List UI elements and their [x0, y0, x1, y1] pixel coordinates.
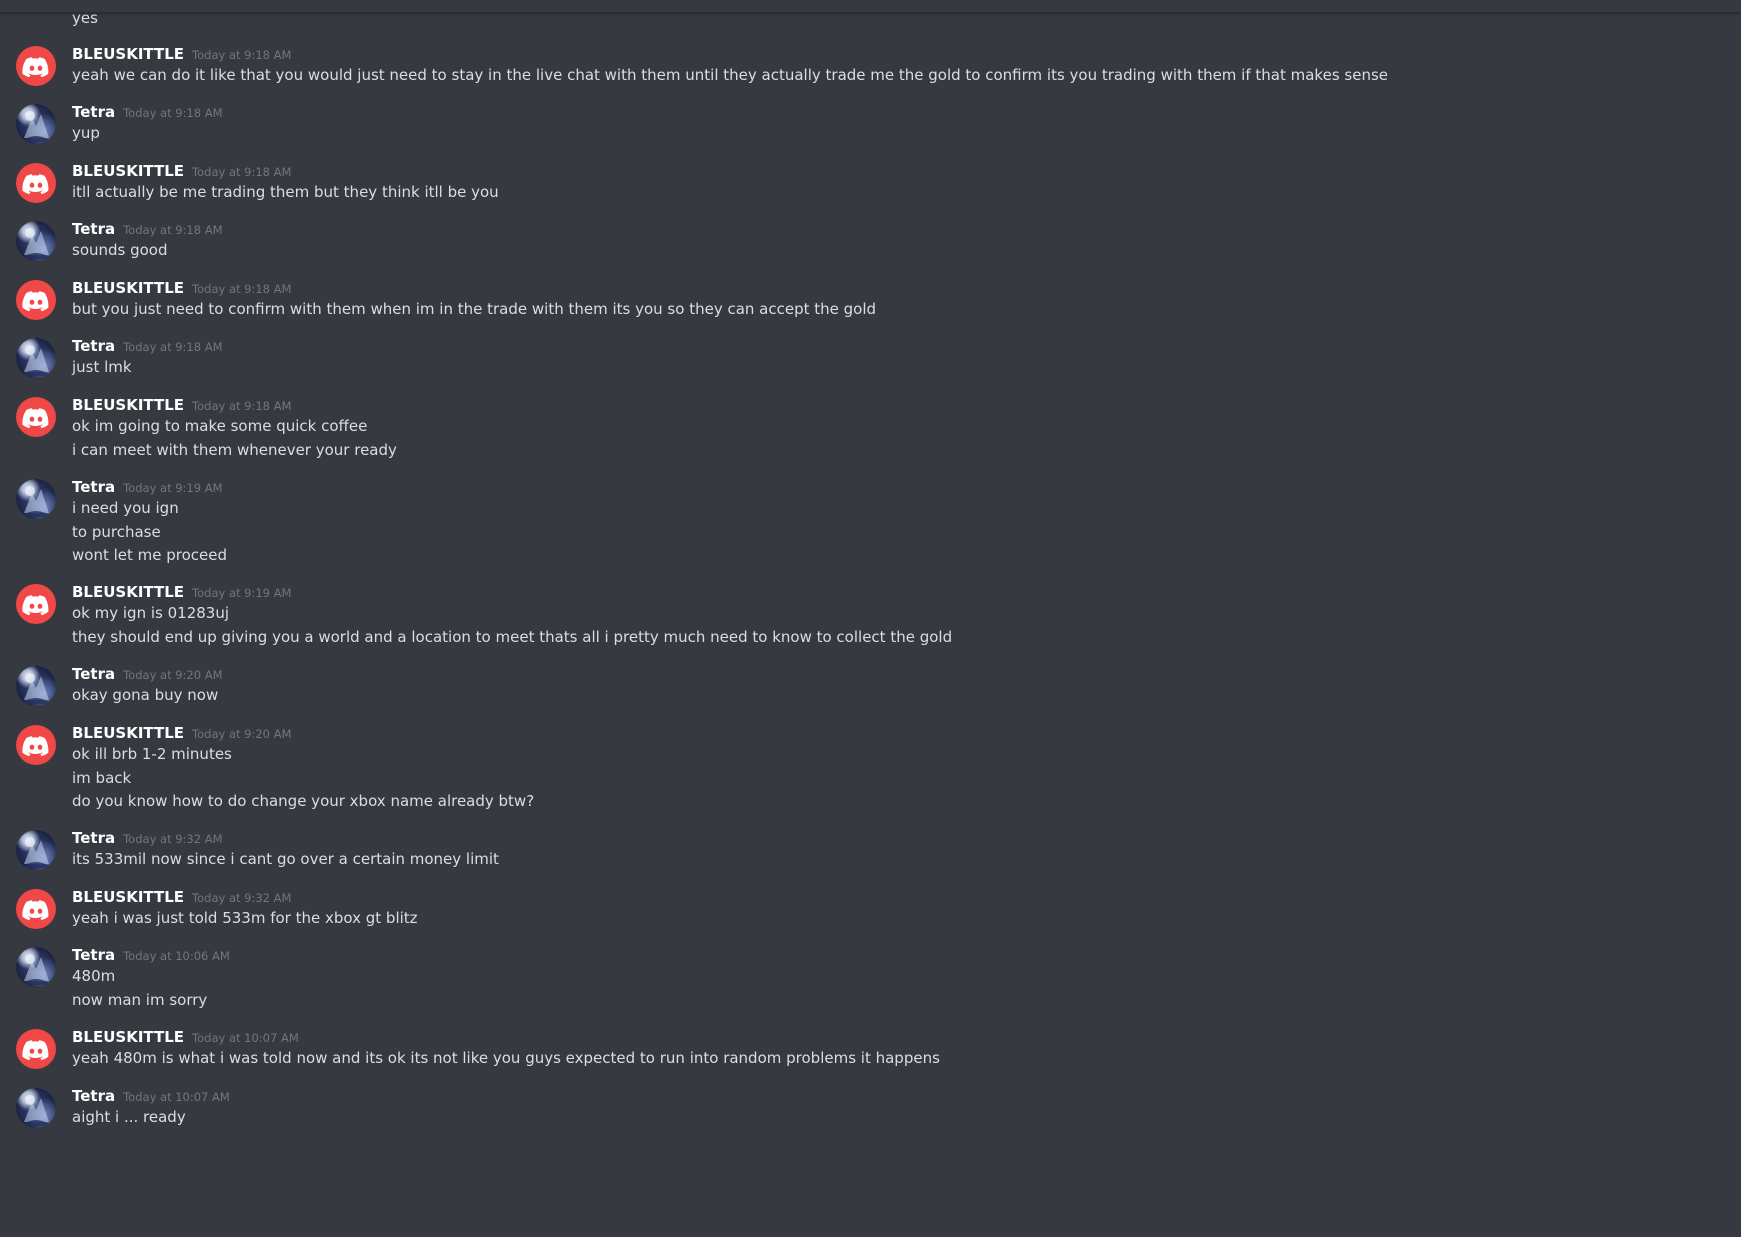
- username[interactable]: Tetra: [72, 478, 115, 496]
- username[interactable]: BLEUSKITTLE: [72, 279, 184, 297]
- message-text: yup: [72, 124, 100, 142]
- discord-logo-icon[interactable]: [16, 725, 56, 765]
- message-header: BLEUSKITTLE Today at 9:20 AM: [72, 723, 291, 744]
- message-header: BLEUSKITTLE Today at 10:07 AM: [72, 1027, 299, 1048]
- username[interactable]: Tetra: [72, 829, 115, 847]
- message-header: BLEUSKITTLE Today at 9:19 AM: [72, 582, 291, 603]
- chat-messages-area: yes BLEUSKITTLE Today at 9:18 AM yeah we c…: [0, 0, 1741, 1237]
- message-text: i need you ign: [72, 499, 179, 517]
- message-text: ok im going to make some quick coffee: [72, 417, 368, 435]
- username[interactable]: Tetra: [72, 220, 115, 238]
- username[interactable]: Tetra: [72, 1087, 115, 1105]
- message-text: 480m: [72, 967, 116, 985]
- message-header: Tetra Today at 10:06 AM: [72, 945, 230, 966]
- message-header: Tetra Today at 9:18 AM: [72, 336, 223, 357]
- message-text: itll actually be me trading them but the…: [72, 183, 499, 201]
- message-timestamp: Today at 9:32 AM: [123, 832, 223, 846]
- message-timestamp: Today at 10:07 AM: [192, 1031, 299, 1045]
- message-header: Tetra Today at 9:19 AM: [72, 477, 223, 498]
- username[interactable]: Tetra: [72, 946, 115, 964]
- message-text: to purchase: [72, 522, 161, 541]
- message-text: yeah 480m is what i was told now and its…: [72, 1049, 940, 1067]
- message-text: wont let me proceed: [72, 546, 228, 564]
- message-timestamp: Today at 9:18 AM: [192, 165, 292, 179]
- discord-logo-icon[interactable]: [16, 1029, 56, 1069]
- discord-logo-icon[interactable]: [16, 584, 56, 624]
- user-avatar-icon[interactable]: [16, 947, 56, 987]
- user-avatar-icon[interactable]: [16, 479, 56, 519]
- user-avatar-icon[interactable]: [16, 830, 56, 870]
- message-header: BLEUSKITTLE Today at 9:18 AM: [72, 278, 291, 299]
- message-text: but you just need to confirm with them w…: [72, 300, 877, 318]
- username[interactable]: BLEUSKITTLE: [72, 396, 184, 414]
- message-text: ok ill brb 1-2 minutes: [72, 745, 232, 763]
- message-text: im back: [72, 768, 132, 787]
- message-timestamp: Today at 9:18 AM: [192, 282, 292, 296]
- message-header: Tetra Today at 9:18 AM: [72, 219, 223, 240]
- username[interactable]: Tetra: [72, 103, 115, 121]
- message-header: Tetra Today at 10:07 AM: [72, 1086, 230, 1107]
- username[interactable]: BLEUSKITTLE: [72, 583, 184, 601]
- message-timestamp: Today at 9:20 AM: [192, 727, 292, 741]
- username[interactable]: BLEUSKITTLE: [72, 888, 184, 906]
- message-header: BLEUSKITTLE Today at 9:32 AM: [72, 887, 291, 908]
- message-timestamp: Today at 9:19 AM: [123, 481, 223, 495]
- user-avatar-icon[interactable]: [16, 1088, 56, 1128]
- message-timestamp: Today at 10:07 AM: [123, 1090, 230, 1104]
- message-header: Tetra Today at 9:18 AM: [72, 102, 223, 123]
- discord-logo-icon[interactable]: [16, 280, 56, 320]
- user-avatar-icon[interactable]: [16, 338, 56, 378]
- message-text: yeah we can do it like that you would ju…: [72, 66, 1388, 84]
- username[interactable]: BLEUSKITTLE: [72, 724, 184, 742]
- discord-logo-icon[interactable]: [16, 397, 56, 437]
- message-text: they should end up giving you a world an…: [72, 627, 953, 646]
- message-header: BLEUSKITTLE Today at 9:18 AM: [72, 44, 291, 65]
- message-timestamp: Today at 9:18 AM: [192, 399, 292, 413]
- message-header: BLEUSKITTLE Today at 9:18 AM: [72, 395, 291, 416]
- username[interactable]: BLEUSKITTLE: [72, 162, 184, 180]
- message-header: BLEUSKITTLE Today at 9:18 AM: [72, 161, 291, 182]
- message-timestamp: Today at 9:18 AM: [192, 48, 292, 62]
- message-timestamp: Today at 9:18 AM: [123, 340, 223, 354]
- discord-logo-icon[interactable]: [16, 163, 56, 203]
- message-timestamp: Today at 9:32 AM: [192, 891, 292, 905]
- user-avatar-icon[interactable]: [16, 666, 56, 706]
- username[interactable]: Tetra: [72, 665, 115, 683]
- message-timestamp: Today at 9:20 AM: [123, 668, 223, 682]
- message-timestamp: Today at 9:18 AM: [123, 106, 223, 120]
- message-text: ok my ign is 01283uj: [72, 604, 229, 622]
- message-text: sounds good: [72, 241, 168, 259]
- message-header: Tetra Today at 9:20 AM: [72, 664, 223, 685]
- username[interactable]: Tetra: [72, 337, 115, 355]
- channel-header-bar: [0, 0, 1741, 13]
- message-text: do you know how to do change your xbox n…: [72, 792, 535, 810]
- message-text: yeah i was just told 533m for the xbox g…: [72, 909, 418, 927]
- username[interactable]: BLEUSKITTLE: [72, 45, 184, 63]
- discord-logo-icon[interactable]: [16, 889, 56, 929]
- discord-logo-icon[interactable]: [16, 46, 56, 86]
- message-timestamp: Today at 9:18 AM: [123, 223, 223, 237]
- message-timestamp: Today at 10:06 AM: [123, 949, 230, 963]
- message-text: its 533mil now since i cant go over a ce…: [72, 850, 499, 868]
- message-text: okay gona buy now: [72, 686, 219, 704]
- username[interactable]: BLEUSKITTLE: [72, 1028, 184, 1046]
- message-header: Tetra Today at 9:32 AM: [72, 828, 223, 849]
- message-text: now man im sorry: [72, 990, 208, 1009]
- user-avatar-icon[interactable]: [16, 104, 56, 144]
- user-avatar-icon[interactable]: [16, 221, 56, 261]
- message-text: aight i ... ready: [72, 1108, 186, 1126]
- message-text: just lmk: [72, 358, 132, 376]
- message-timestamp: Today at 9:19 AM: [192, 586, 292, 600]
- message-text: i can meet with them whenever your ready: [72, 440, 397, 459]
